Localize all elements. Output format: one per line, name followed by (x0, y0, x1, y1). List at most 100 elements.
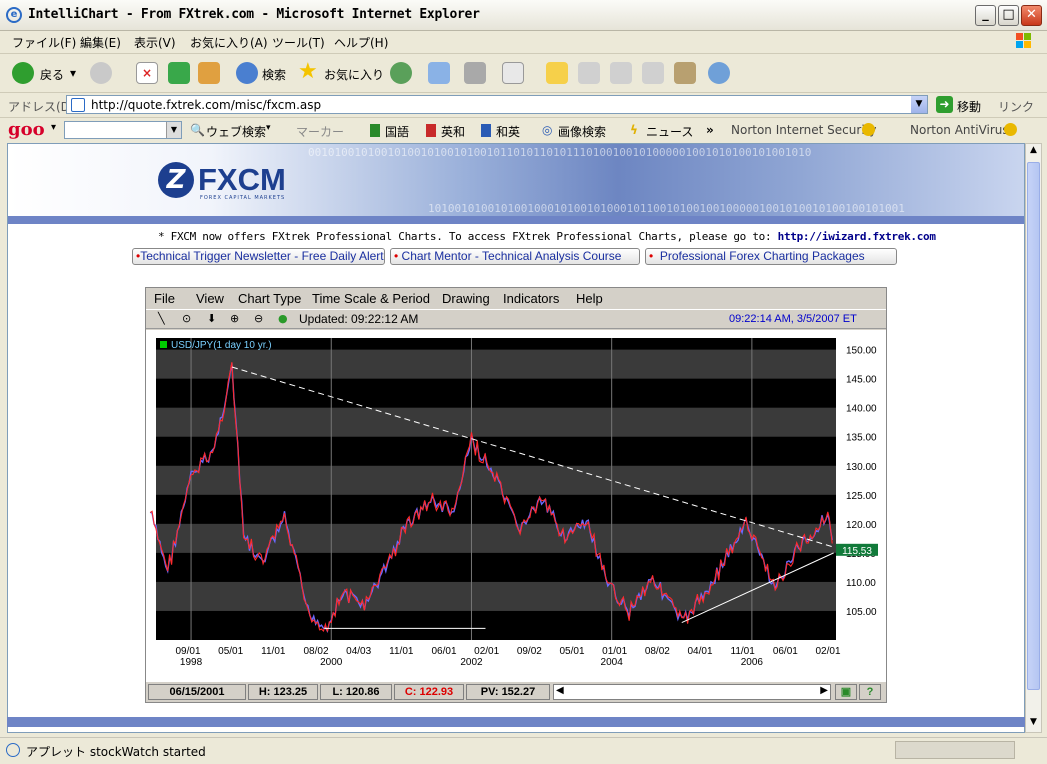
zoom-in-icon[interactable]: ⊕ (230, 312, 239, 325)
menu-file[interactable]: ファイル(F) (12, 34, 76, 51)
page-icon[interactable] (578, 62, 600, 84)
applet-menu-chart-type[interactable]: Chart Type (238, 291, 301, 306)
kokugo-button[interactable]: 国語 (385, 123, 409, 140)
page-scroll-thumb[interactable] (1027, 162, 1040, 690)
chart-window-icon[interactable]: ▣ (835, 684, 857, 700)
iwizard-link[interactable]: http://iwizard.fxtrek.com (778, 230, 936, 243)
messenger-icon[interactable] (708, 62, 730, 84)
applet-menu-indicators[interactable]: Indicators (503, 291, 559, 306)
norton-av-button[interactable]: Norton AntiVirus (910, 123, 1009, 137)
x-tick-label: 02/01 (474, 646, 499, 657)
image-search-icon: ◎ (542, 123, 553, 137)
year-label: 1998 (180, 657, 203, 668)
page-footer-bar (7, 717, 1025, 727)
goo-search-dropdown-icon[interactable]: ▼ (166, 122, 181, 138)
language-bar[interactable] (895, 741, 1015, 759)
go-button[interactable]: 移動 (957, 98, 981, 115)
notes-icon[interactable] (546, 62, 568, 84)
down-arrow-tool-icon[interactable]: ⬇ (207, 312, 216, 325)
chart-horizontal-scrollbar[interactable]: ◀ ▶ (553, 684, 831, 700)
waei-button[interactable]: 和英 (496, 123, 520, 140)
favorites-button[interactable]: お気に入り (324, 66, 384, 83)
applet-menu-time-scale[interactable]: Time Scale & Period (312, 291, 430, 306)
page-icon (71, 98, 85, 112)
edit-icon[interactable] (502, 62, 524, 84)
scroll-right-icon[interactable]: ▶ (820, 685, 828, 696)
link-technical-trigger[interactable]: •Technical Trigger Newsletter - Free Dai… (132, 248, 385, 265)
menu-view[interactable]: 表示(V) (134, 34, 176, 51)
fxcm-logo-mark: Z (158, 162, 194, 198)
usdjpy-chart[interactable]: 150.00 145.00 140.00 135.00 130.00 125.00 120.… (146, 330, 886, 682)
server-timestamp: 09:22:14 AM, 3/5/2007 ET (729, 313, 857, 325)
zoom-out-icon[interactable]: ⊖ (254, 312, 263, 325)
status-pv: PV: 152.27 (466, 684, 550, 700)
link-professional-forex[interactable]: • Professional Forex Charting Packages (645, 248, 897, 265)
web-search-button[interactable]: ウェブ検索 (206, 123, 266, 140)
applet-menu-help[interactable]: Help (576, 291, 603, 306)
go-arrow-icon[interactable]: ➜ (936, 96, 953, 113)
research-icon[interactable] (674, 62, 696, 84)
address-input[interactable]: http://quote.fxtrek.com/misc/fxcm.asp ▼ (66, 95, 928, 114)
eiwa-button[interactable]: 英和 (441, 123, 465, 140)
page2-icon[interactable] (610, 62, 632, 84)
back-button[interactable]: 戻る (40, 66, 64, 83)
history-icon[interactable] (390, 62, 412, 84)
band (156, 465, 836, 495)
news-button[interactable]: ニュース (646, 123, 693, 140)
menu-tools[interactable]: ツール(T) (272, 34, 325, 51)
close-button[interactable]: ✕ (1021, 5, 1042, 26)
crosshair-tool-icon[interactable]: ⊙ (182, 312, 191, 325)
page3-icon[interactable] (642, 62, 664, 84)
marker-button[interactable]: マーカー (296, 123, 344, 140)
mail-icon[interactable] (428, 62, 450, 84)
scroll-left-icon[interactable]: ◀ (556, 685, 564, 696)
maximize-button[interactable]: □ (998, 5, 1019, 26)
chart-area[interactable]: 150.00 145.00 140.00 135.00 130.00 125.00 120.… (146, 330, 886, 682)
address-dropdown-icon[interactable]: ▼ (911, 96, 927, 113)
band (156, 349, 836, 379)
year-label: 2006 (741, 657, 764, 668)
search-icon[interactable] (236, 62, 258, 84)
back-arrow-icon[interactable] (12, 62, 34, 84)
line-tool-icon[interactable]: ╲ (158, 312, 165, 325)
links-button[interactable]: リンク (998, 98, 1034, 115)
favorites-star-icon[interactable]: ★ (298, 61, 320, 84)
menu-favorites[interactable]: お気に入り(A) (190, 34, 268, 51)
search-button[interactable]: 検索 (262, 66, 286, 83)
link-chart-mentor[interactable]: • Chart Mentor - Technical Analysis Cour… (390, 248, 640, 265)
applet-status-bar: 06/15/2001 H: 123.25 L: 120.86 C: 122.93… (146, 683, 886, 702)
y-tick-label: 120.00 (846, 520, 877, 531)
refresh-icon[interactable] (168, 62, 190, 84)
goo-dropdown-icon[interactable]: ▾ (51, 122, 56, 133)
print-icon[interactable] (464, 62, 486, 84)
y-tick-label: 140.00 (846, 404, 877, 415)
applet-menu-drawing[interactable]: Drawing (442, 291, 490, 306)
address-url: http://quote.fxtrek.com/misc/fxcm.asp (91, 98, 322, 112)
chart-help-icon[interactable]: ? (859, 684, 881, 700)
stop-icon[interactable]: × (136, 62, 158, 84)
scroll-up-icon[interactable]: ▲ (1027, 145, 1040, 159)
web-search-dropdown-icon[interactable]: ▾ (266, 123, 271, 133)
back-dropdown-icon[interactable]: ▾ (70, 66, 76, 80)
minimize-button[interactable]: _ (975, 5, 996, 26)
goo-search-input[interactable]: ▼ (64, 121, 182, 139)
norton-is-button[interactable]: Norton Internet Security (731, 123, 876, 137)
y-tick-label: 150.00 (846, 346, 877, 357)
home-icon[interactable] (198, 62, 220, 84)
forward-arrow-icon[interactable] (90, 62, 112, 84)
image-search-button[interactable]: 画像検索 (558, 123, 606, 140)
legend-label: USD/JPY(1 day 10 yr.) (171, 340, 272, 351)
menu-help[interactable]: ヘルプ(H) (334, 34, 388, 51)
goo-logo[interactable]: goo (8, 119, 45, 140)
chevron-more-icon[interactable]: » (706, 123, 714, 137)
applet-menu-file[interactable]: File (154, 291, 175, 306)
scroll-down-icon[interactable]: ▼ (1027, 717, 1040, 731)
address-label: アドレス(D) (8, 100, 75, 114)
applet-menu-view[interactable]: View (196, 291, 224, 306)
applet-menu-bar: File View Chart Type Time Scale & Period… (146, 288, 886, 308)
x-tick-label: 01/01 (602, 646, 627, 657)
menu-edit[interactable]: 編集(E) (80, 34, 121, 51)
x-tick-label: 08/02 (645, 646, 670, 657)
eiwa-book-icon (426, 124, 436, 137)
notice-message: * FXCM now offers FXtrek Professional Ch… (158, 230, 772, 243)
